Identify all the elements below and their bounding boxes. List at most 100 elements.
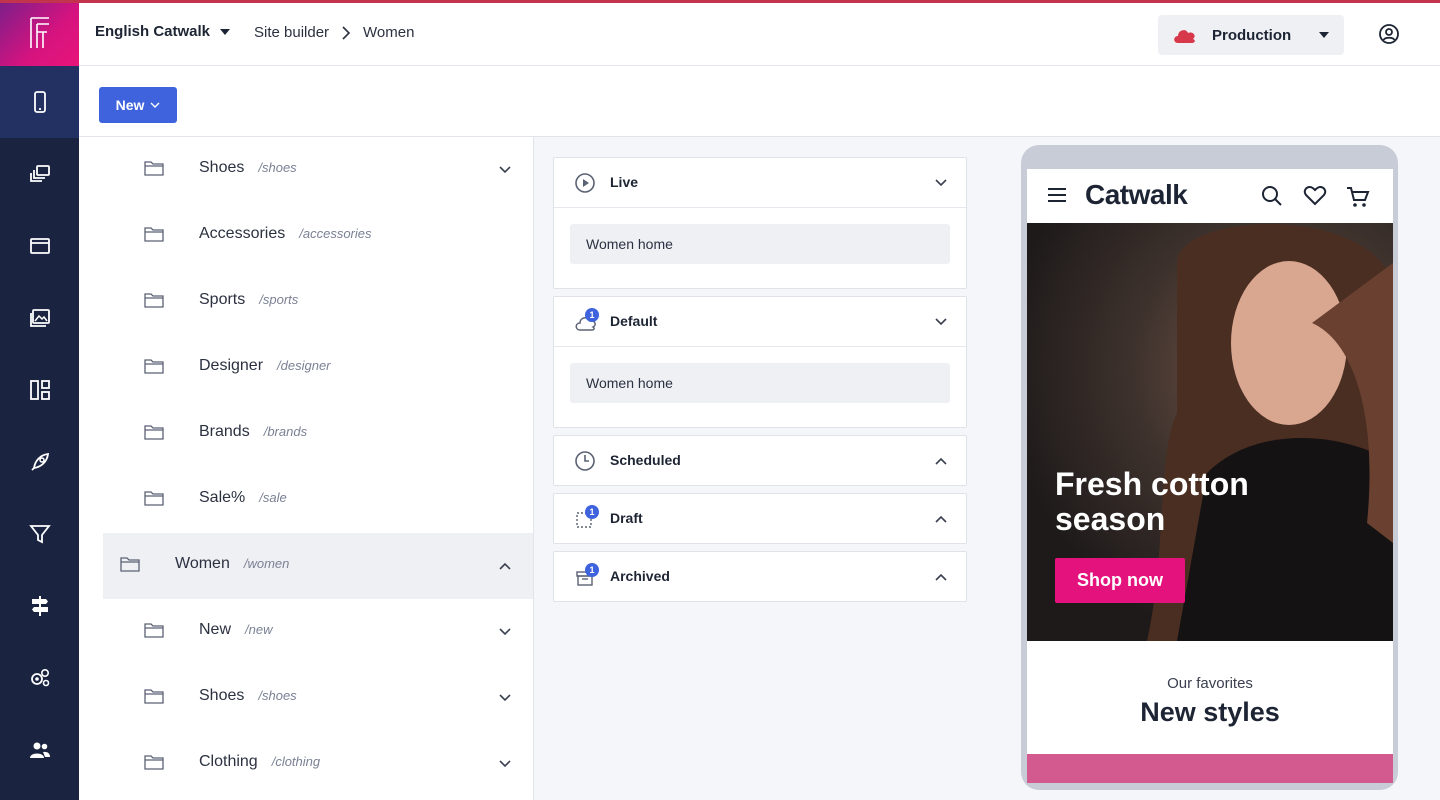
tree-node[interactable]: Sale% /sale — [79, 467, 533, 533]
tree-node-name: Accessories — [199, 225, 286, 242]
tree-node[interactable]: Shoes/shoes — [79, 665, 533, 731]
chevron-down-icon[interactable] — [498, 625, 512, 639]
status-panel-default: 1 Default Women home — [553, 296, 967, 428]
status-panel-title: Live — [610, 174, 639, 190]
user-account-icon[interactable] — [1377, 22, 1401, 46]
tree-node[interactable]: Women/women — [103, 533, 533, 599]
tree-node[interactable]: Sports/sports — [79, 269, 533, 335]
tree-node-label: New/new — [199, 621, 272, 639]
cloud-icon — [1174, 30, 1195, 43]
chevron-down-icon[interactable] — [498, 163, 512, 177]
tree-node[interactable]: Designer/designer — [79, 335, 533, 401]
clock-icon — [575, 451, 595, 471]
breadcrumb-women: Women — [363, 24, 415, 41]
app-logo[interactable] — [0, 0, 79, 66]
rail-window-button[interactable] — [0, 210, 79, 282]
folder-icon — [120, 557, 140, 572]
status-panel-title: Scheduled — [610, 452, 681, 468]
rail-layout-button[interactable] — [0, 354, 79, 426]
tree-node-name: Designer — [199, 357, 264, 374]
tree-node-path: /shoes — [258, 688, 297, 703]
chevron-up-icon[interactable] — [934, 454, 948, 468]
tree-node-path: /designer — [277, 358, 331, 373]
breadcrumb: Site builder Women — [254, 24, 414, 41]
mobile-preview: Catwalk Fresh cotton season Shop now Our… — [1021, 145, 1398, 790]
action-bar: New — [79, 66, 1440, 137]
folder-icon — [144, 491, 164, 506]
status-panel-title: Default — [610, 313, 658, 329]
folder-icon — [144, 623, 164, 638]
tree-node-name: Women — [175, 555, 230, 572]
logo-f-icon — [29, 17, 49, 48]
status-panel-header[interactable]: Live — [554, 158, 966, 207]
tree-node-path: /clothing — [271, 754, 321, 769]
rail-media-button[interactable] — [0, 282, 79, 354]
chevron-up-icon[interactable] — [498, 559, 512, 573]
rail-pages-button[interactable] — [0, 138, 79, 210]
hamburger-menu-icon[interactable] — [1047, 187, 1067, 203]
status-panel-header[interactable]: 1 Draft — [554, 494, 966, 543]
chevron-down-icon[interactable] — [934, 315, 948, 329]
search-icon[interactable] — [1261, 185, 1283, 207]
environment-caret-icon — [1319, 32, 1330, 38]
breadcrumb-chevron-icon — [342, 25, 351, 40]
status-panel-archived: 1 Archived — [553, 551, 967, 602]
media-icon — [29, 309, 50, 327]
chevron-down-icon[interactable] — [498, 691, 512, 705]
site-caret-icon — [220, 28, 231, 35]
cart-icon[interactable] — [1346, 186, 1370, 208]
chevron-up-icon[interactable] — [934, 570, 948, 584]
users-icon — [29, 742, 50, 758]
tree-node[interactable]: New/new — [79, 599, 533, 665]
tree-node-label: Shoes/shoes — [199, 687, 297, 705]
hero-title-line-1: Fresh cotton — [1055, 466, 1249, 502]
status-panel-header[interactable]: 1 Archived — [554, 552, 966, 601]
site-name: English Catwalk — [95, 23, 211, 40]
status-panel-page-item[interactable]: Women home — [570, 363, 950, 403]
folder-icon — [144, 293, 164, 308]
pages-icon — [29, 165, 50, 182]
hero-title: Fresh cotton season — [1055, 467, 1249, 537]
chevron-down-icon[interactable] — [934, 176, 948, 190]
rail-settings-button[interactable] — [0, 642, 79, 714]
count-badge: 1 — [585, 505, 599, 519]
phone-icon — [33, 91, 46, 113]
tree-node-label: Women/women — [175, 555, 289, 573]
page-tree: Shoes/shoes Accessories/accessories Sports… — [79, 137, 534, 800]
tree-node[interactable]: Clothing/clothing — [79, 731, 533, 797]
tree-node-name: Sports — [199, 291, 246, 308]
shop-now-button[interactable]: Shop now — [1055, 558, 1185, 603]
tree-node[interactable]: Brands/brands — [79, 401, 533, 467]
tree-node-name: Sale% — [199, 489, 246, 506]
heart-icon[interactable] — [1303, 186, 1327, 206]
status-panel-body: Women home — [554, 346, 966, 427]
window-icon — [29, 238, 50, 254]
tree-node[interactable]: Shoes/shoes — [79, 137, 533, 203]
environment-selector[interactable]: Production — [1158, 15, 1344, 55]
site-selector[interactable]: English Catwalk — [95, 23, 231, 40]
rail-users-button[interactable] — [0, 714, 79, 786]
tree-node-label: Shoes/shoes — [199, 159, 297, 177]
rail-filter-button[interactable] — [0, 498, 79, 570]
tree-node-name: New — [199, 621, 232, 638]
tree-node-path: /brands — [263, 424, 308, 439]
rail-phone-button[interactable] — [0, 66, 79, 138]
chevron-down-icon[interactable] — [498, 757, 512, 771]
new-button[interactable]: New — [99, 87, 177, 123]
status-panel-title: Archived — [610, 568, 670, 584]
status-panel-header[interactable]: 1 Default — [554, 297, 966, 346]
rail-rocket-button[interactable] — [0, 426, 79, 498]
tree-node-label: Brands/brands — [199, 423, 307, 441]
status-panel-header[interactable]: Scheduled — [554, 436, 966, 485]
status-panel-page-item[interactable]: Women home — [570, 224, 950, 264]
preview-screen: Catwalk Fresh cotton season Shop now Our… — [1027, 169, 1393, 783]
preview-brand: Catwalk — [1085, 179, 1188, 210]
breadcrumb-site-builder[interactable]: Site builder — [254, 24, 329, 41]
tree-node[interactable]: Accessories/accessories — [79, 203, 533, 269]
product-image-strip — [1027, 754, 1393, 783]
play-icon — [575, 173, 595, 193]
rail-signpost-button[interactable] — [0, 570, 79, 642]
hero-banner: Fresh cotton season Shop now — [1027, 223, 1393, 641]
chevron-up-icon[interactable] — [934, 512, 948, 526]
tree-node-path: /new — [245, 622, 273, 637]
